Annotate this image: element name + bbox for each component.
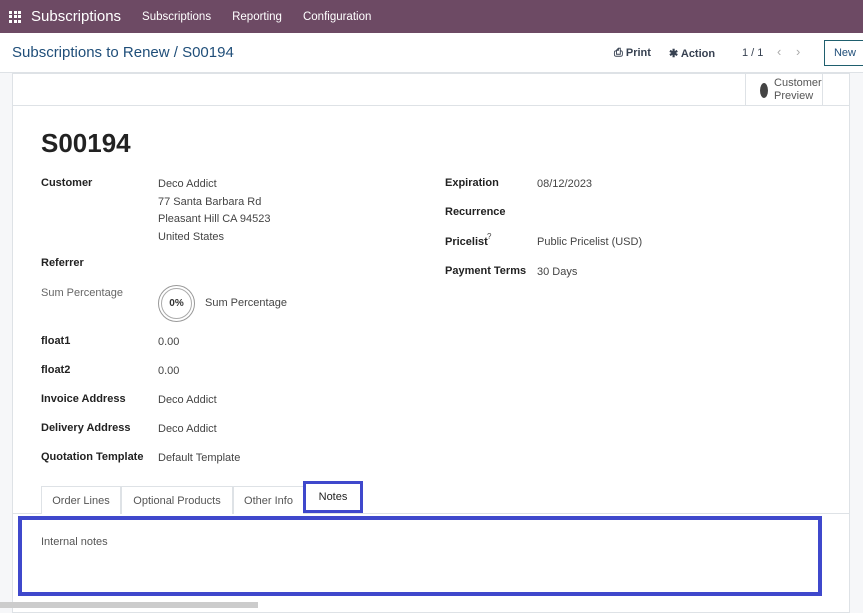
- navbar: Subscriptions Subscriptions Reporting Co…: [0, 0, 863, 33]
- tab-optional-products[interactable]: Optional Products: [121, 486, 233, 514]
- print-label: Print: [625, 47, 651, 59]
- gear-icon: ✱: [669, 48, 679, 60]
- customer-street: 77 Santa Barbara Rd: [158, 196, 262, 208]
- sum-percentage-text: Sum Percentage: [205, 297, 287, 309]
- expiration-value[interactable]: 08/12/2023: [537, 178, 592, 190]
- notes-placeholder: Internal notes: [41, 536, 108, 548]
- float1-label: float1: [41, 335, 71, 347]
- globe-icon: [760, 82, 769, 98]
- pricelist-label: Pricelist: [445, 236, 488, 248]
- customer-label: Customer: [41, 177, 93, 189]
- customer-country: United States: [158, 231, 225, 243]
- chevron-left-icon[interactable]: ‹: [777, 44, 781, 59]
- expiration-label: Expiration: [445, 177, 499, 189]
- button-box: Customer Preview: [13, 74, 849, 106]
- pager-value[interactable]: 1 / 1: [742, 47, 763, 59]
- gauge-value: 0%: [161, 288, 192, 319]
- menu-subscriptions[interactable]: Subscriptions: [142, 11, 211, 23]
- customer-preview-label: Customer Preview: [774, 77, 822, 102]
- internal-notes-field[interactable]: Internal notes: [18, 516, 822, 596]
- control-panel: Subscriptions to Renew / S00194 ⎙ Print …: [0, 33, 863, 73]
- apps-grid-icon[interactable]: [9, 10, 21, 23]
- recurrence-label: Recurrence: [445, 206, 506, 218]
- menu-reporting[interactable]: Reporting: [232, 11, 282, 23]
- delivery-address-label: Delivery Address: [41, 422, 131, 434]
- sum-percentage-label: Sum Percentage: [41, 287, 123, 299]
- float2-value[interactable]: 0.00: [158, 365, 179, 377]
- breadcrumb[interactable]: Subscriptions to Renew / S00194: [12, 44, 234, 61]
- tab-notes[interactable]: Notes: [303, 481, 363, 513]
- tab-other-info[interactable]: Other Info: [233, 486, 304, 514]
- quotation-template-value[interactable]: Default Template: [158, 452, 240, 464]
- tab-order-lines[interactable]: Order Lines: [41, 486, 121, 514]
- menu-configuration[interactable]: Configuration: [303, 11, 371, 23]
- sum-percentage-gauge: 0%: [158, 285, 195, 322]
- chevron-right-icon[interactable]: ›: [796, 44, 800, 59]
- printer-icon: ⎙: [614, 47, 623, 59]
- action-button[interactable]: ✱ Action: [669, 47, 715, 60]
- horizontal-scrollbar[interactable]: [0, 602, 258, 608]
- quotation-template-label: Quotation Template: [41, 451, 144, 463]
- customer-name[interactable]: Deco Addict: [158, 178, 217, 190]
- payment-terms-value[interactable]: 30 Days: [537, 266, 577, 278]
- delivery-address-value[interactable]: Deco Addict: [158, 423, 217, 435]
- invoice-address-value[interactable]: Deco Addict: [158, 394, 217, 406]
- referrer-label: Referrer: [41, 257, 84, 269]
- action-label: Action: [680, 48, 716, 60]
- app-name[interactable]: Subscriptions: [31, 8, 121, 25]
- float1-value[interactable]: 0.00: [158, 336, 179, 348]
- pricelist-value[interactable]: Public Pricelist (USD): [537, 236, 642, 248]
- invoice-address-label: Invoice Address: [41, 393, 126, 405]
- help-tooltip-icon[interactable]: ?: [487, 232, 491, 241]
- print-button[interactable]: ⎙ Print: [614, 47, 651, 60]
- customer-city: Pleasant Hill CA 94523: [158, 213, 271, 225]
- new-button[interactable]: New: [824, 40, 863, 66]
- record-title: S00194: [41, 128, 131, 158]
- customer-preview-button[interactable]: Customer Preview: [745, 74, 823, 106]
- payment-terms-label: Payment Terms: [445, 265, 527, 277]
- float2-label: float2: [41, 364, 71, 376]
